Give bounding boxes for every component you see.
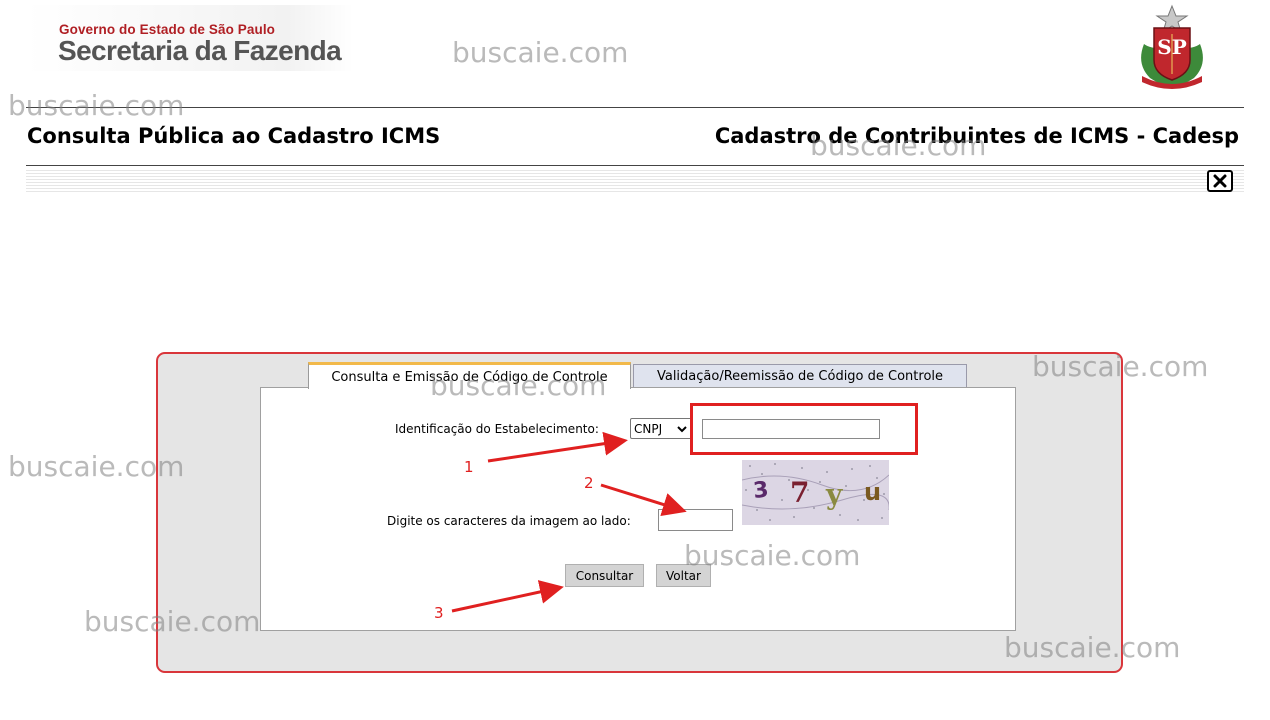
- striped-bar: [26, 168, 1244, 194]
- tab-validacao-reemissao[interactable]: Validação/Reemissão de Código de Control…: [633, 364, 967, 388]
- svg-text:7: 7: [790, 476, 809, 509]
- id-label: Identificação do Estabelecimento:: [395, 422, 599, 436]
- close-x-icon: [1213, 174, 1227, 188]
- id-type-value: CNPJ: [634, 421, 663, 436]
- consultar-button[interactable]: Consultar: [565, 564, 644, 587]
- svg-text:3: 3: [752, 478, 770, 504]
- svg-text:y: y: [825, 478, 843, 511]
- system-title: Cadastro de Contribuintes de ICMS - Cade…: [714, 124, 1239, 148]
- chevron-down-icon: [677, 426, 687, 433]
- tab-consulta-emissao[interactable]: Consulta e Emissão de Código de Controle: [308, 362, 631, 389]
- captcha-image: 3 7 y u: [742, 460, 889, 525]
- watermark: buscaie.com: [8, 89, 185, 122]
- header-rule-bottom: [26, 165, 1244, 166]
- close-button[interactable]: [1207, 170, 1233, 192]
- coat-of-arms-icon: SP: [1141, 4, 1203, 89]
- captcha-label: Digite os caracteres da imagem ao lado:: [387, 514, 631, 528]
- id-input-highlight: [690, 403, 918, 455]
- id-type-select[interactable]: CNPJ: [630, 418, 692, 439]
- page-title: Consulta Pública ao Cadastro ICMS: [27, 124, 441, 148]
- captcha-input[interactable]: [658, 509, 733, 531]
- watermark: buscaie.com: [452, 36, 629, 69]
- header-rule-top: [26, 107, 1244, 108]
- secretaria-logo-text: Secretaria da Fazenda: [58, 35, 342, 66]
- svg-text:u: u: [864, 478, 881, 506]
- voltar-button[interactable]: Voltar: [656, 564, 711, 587]
